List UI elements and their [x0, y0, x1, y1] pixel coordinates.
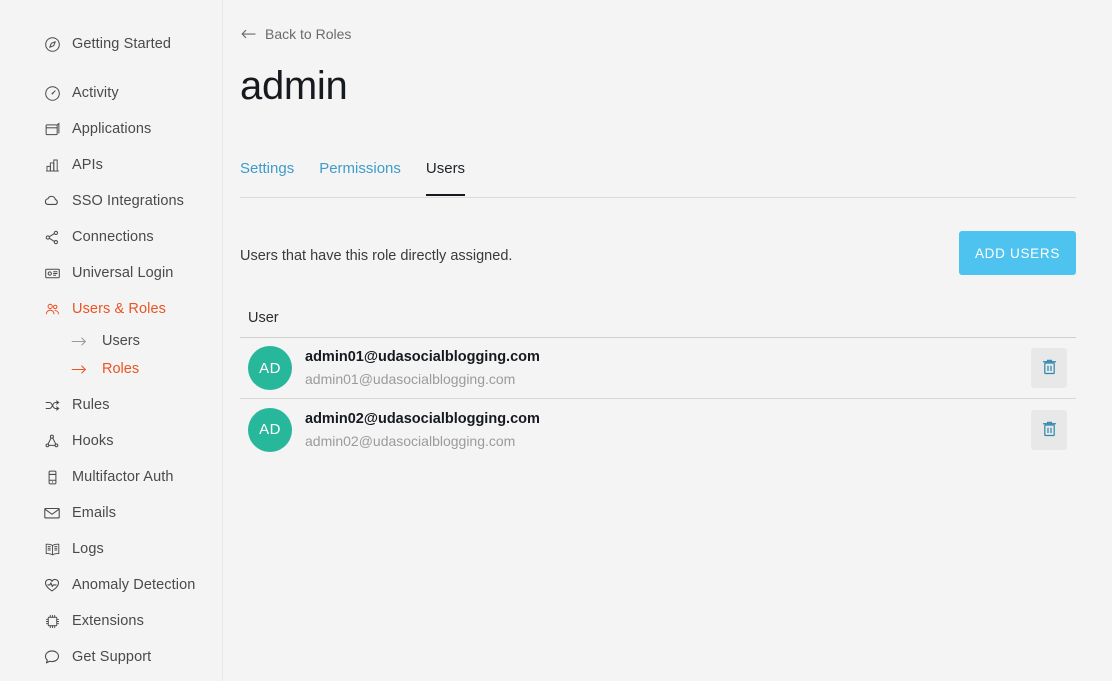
applications-icon — [42, 119, 62, 139]
sidebar-subitem-label: Users — [102, 333, 140, 349]
delete-user-button[interactable] — [1031, 348, 1067, 388]
add-users-button[interactable]: ADD USERS — [959, 231, 1076, 275]
tab-settings[interactable]: Settings — [240, 160, 294, 195]
mfa-icon — [42, 467, 62, 487]
sidebar-item-label: Hooks — [72, 433, 114, 449]
sidebar-item-label: Logs — [72, 541, 104, 557]
auth0-dashboard: Getting Started Activity Applications AP… — [0, 0, 1112, 681]
table-row[interactable]: AD admin02@udasocialblogging.com admin02… — [240, 399, 1076, 460]
hooks-icon — [42, 431, 62, 451]
user-email: admin01@udasocialblogging.com — [305, 371, 516, 387]
arrow-right-icon — [71, 334, 91, 348]
sidebar-item-label: Getting Started — [72, 36, 172, 52]
sidebar-item-multifactor-auth[interactable]: Multifactor Auth — [0, 459, 222, 495]
sidebar-item-label: Multifactor Auth — [72, 469, 174, 485]
sidebar-item-label: Emails — [72, 505, 117, 521]
sidebar-item-logs[interactable]: Logs — [0, 531, 222, 567]
table-column-header-user: User — [240, 310, 1076, 338]
sidebar-item-label: Applications — [72, 121, 152, 137]
envelope-icon — [42, 503, 62, 523]
sidebar-item-label: Get Support — [72, 649, 152, 665]
universal-login-icon — [42, 263, 62, 283]
logs-icon — [42, 539, 62, 559]
users-description: Users that have this role directly assig… — [240, 248, 513, 264]
page-title: admin — [240, 64, 348, 108]
sidebar-subitem-users[interactable]: Users — [0, 327, 222, 355]
sidebar-item-applications[interactable]: Applications — [0, 111, 222, 147]
trash-icon — [1042, 420, 1057, 440]
trash-icon — [1042, 358, 1057, 378]
sidebar-item-label: Users & Roles — [72, 301, 166, 317]
apis-icon — [42, 155, 62, 175]
sidebar-item-label: SSO Integrations — [72, 193, 185, 209]
user-name: admin01@udasocialblogging.com — [305, 349, 540, 365]
users-roles-icon — [42, 299, 62, 319]
row-text: admin02@udasocialblogging.com admin02@ud… — [305, 409, 1031, 451]
cloud-icon — [42, 191, 62, 211]
sidebar-item-connections[interactable]: Connections — [0, 219, 222, 255]
sidebar-item-label: Extensions — [72, 613, 144, 629]
sidebar-item-emails[interactable]: Emails — [0, 495, 222, 531]
arrow-right-icon — [71, 362, 91, 376]
avatar: AD — [248, 346, 292, 390]
sidebar-item-label: Connections — [72, 229, 154, 245]
sidebar-item-sso-integrations[interactable]: SSO Integrations — [0, 183, 222, 219]
tab-bar: Settings Permissions Users — [240, 160, 1076, 198]
sidebar-subitem-roles[interactable]: Roles — [0, 355, 222, 383]
users-table: User AD admin01@udasocialblogging.com ad… — [240, 310, 1076, 460]
connections-icon — [42, 227, 62, 247]
back-link-label: Back to Roles — [265, 26, 352, 42]
delete-user-button[interactable] — [1031, 409, 1067, 450]
sidebar-subitem-label: Roles — [102, 361, 140, 377]
speech-bubble-icon — [42, 647, 62, 667]
sidebar-item-universal-login[interactable]: Universal Login — [0, 255, 222, 291]
back-to-roles-link[interactable]: Back to Roles — [241, 26, 351, 42]
chip-icon — [42, 611, 62, 631]
sidebar-item-hooks[interactable]: Hooks — [0, 423, 222, 459]
gauge-icon — [42, 83, 62, 103]
sidebar-item-users-and-roles[interactable]: Users & Roles — [0, 291, 222, 327]
tab-users[interactable]: Users — [425, 160, 466, 196]
sidebar-item-label: APIs — [72, 157, 104, 173]
row-text: admin01@udasocialblogging.com admin01@ud… — [305, 347, 1031, 389]
user-email: admin02@udasocialblogging.com — [305, 432, 516, 449]
compass-icon — [42, 34, 62, 54]
sidebar-item-activity[interactable]: Activity — [0, 75, 222, 111]
sidebar-item-apis[interactable]: APIs — [0, 147, 222, 183]
tab-permissions[interactable]: Permissions — [319, 160, 401, 195]
sidebar-item-rules[interactable]: Rules — [0, 387, 222, 423]
main-content: Back to Roles admin Settings Permissions… — [223, 0, 1112, 681]
avatar: AD — [248, 407, 292, 452]
heartbeat-shield-icon — [42, 575, 62, 595]
sidebar-item-label: Anomaly Detection — [72, 577, 196, 593]
table-row[interactable]: AD admin01@udasocialblogging.com admin01… — [240, 338, 1076, 399]
sidebar: Getting Started Activity Applications AP… — [0, 0, 223, 681]
sidebar-item-extensions[interactable]: Extensions — [0, 603, 222, 639]
sidebar-item-label: Activity — [72, 85, 119, 101]
sidebar-item-label: Universal Login — [72, 265, 174, 281]
sidebar-item-getting-started[interactable]: Getting Started — [0, 26, 222, 62]
arrow-left-icon — [241, 28, 256, 40]
sidebar-item-anomaly-detection[interactable]: Anomaly Detection — [0, 567, 222, 603]
rules-icon — [42, 395, 62, 415]
sidebar-item-label: Rules — [72, 397, 110, 413]
user-name: admin02@udasocialblogging.com — [305, 410, 540, 427]
sidebar-item-get-support[interactable]: Get Support — [0, 639, 222, 675]
